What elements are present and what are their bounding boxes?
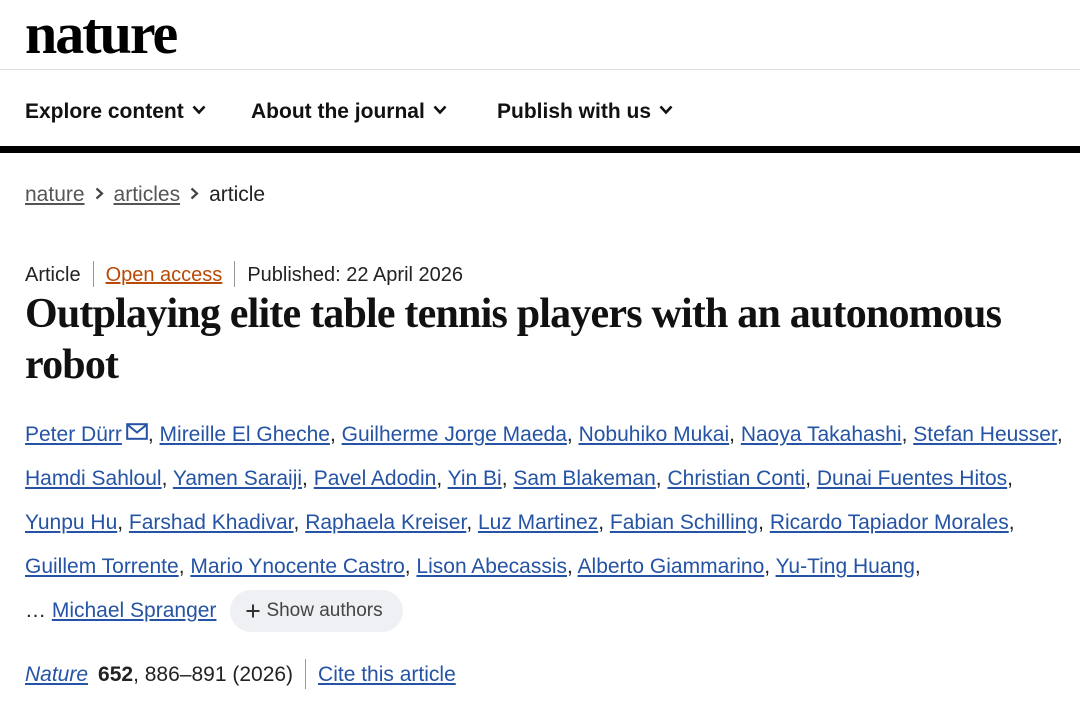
nav-item-label: Publish with us	[497, 100, 652, 123]
citation-divider	[305, 659, 307, 689]
chevron-down-icon	[659, 97, 673, 121]
author-link[interactable]: Lison Abecassis	[416, 555, 567, 578]
nav-explore-content[interactable]: Explore content	[25, 97, 206, 124]
article-type: Article	[25, 264, 81, 286]
chevron-down-icon	[192, 97, 206, 121]
show-authors-button[interactable]: Show authors	[230, 590, 403, 634]
nav-about-journal[interactable]: About the journal	[251, 97, 447, 124]
masthead: nature	[0, 0, 1080, 70]
breadcrumb-link-nature[interactable]: nature	[25, 183, 85, 206]
author-link[interactable]: Ricardo Tapiador Morales	[770, 511, 1009, 534]
author-link[interactable]: Mireille El Gheche	[160, 423, 330, 446]
nature-logo[interactable]: nature	[25, 2, 178, 66]
pages-year: , 886–891 (2026)	[133, 663, 294, 686]
author-link[interactable]: Naoya Takahashi	[741, 423, 902, 446]
journal-link[interactable]: Nature	[25, 663, 88, 686]
author-link[interactable]: Nobuhiko Mukai	[579, 423, 730, 446]
author-link[interactable]: Luz Martinez	[478, 511, 598, 534]
cite-this-article-link[interactable]: Cite this article	[318, 663, 456, 686]
author-link[interactable]: Guillem Torrente	[25, 555, 179, 578]
author-link[interactable]: Yu-Ting Huang	[776, 555, 915, 578]
author-link[interactable]: Yin Bi	[448, 467, 502, 490]
author-list: Peter Dürr, Mireille El Gheche, Guilherm…	[25, 412, 1065, 633]
author-link[interactable]: Dunai Fuentes Hitos	[817, 467, 1007, 490]
volume-number: 652	[98, 663, 134, 686]
author-link[interactable]: Stefan Heusser	[913, 423, 1057, 446]
author-link[interactable]: Yamen Saraiji	[173, 467, 302, 490]
author-ellipsis: …	[25, 599, 46, 622]
author-link[interactable]: Pavel Adodin	[314, 467, 437, 490]
author-link[interactable]: Raphaela Kreiser	[305, 511, 466, 534]
author-link[interactable]: Farshad Khadivar	[129, 511, 294, 534]
breadcrumb: nature articles article	[25, 182, 265, 207]
mail-icon[interactable]	[126, 412, 148, 456]
nav-item-label: Explore content	[25, 100, 184, 123]
breadcrumb-current: article	[209, 183, 266, 206]
author-link[interactable]: Sam Blakeman	[513, 467, 655, 490]
author-link[interactable]: Peter Dürr	[25, 423, 122, 446]
chevron-down-icon	[433, 97, 447, 121]
nav-divider-bar	[0, 146, 1080, 153]
chevron-right-icon	[95, 182, 104, 206]
article-title: Outplaying elite table tennis players wi…	[25, 291, 1002, 388]
main-nav: Explore content About the journal Publis…	[0, 71, 1080, 146]
author-link[interactable]: Christian Conti	[667, 467, 805, 490]
author-link[interactable]: Guilherme Jorge Maeda	[342, 423, 567, 446]
article-meta: Article Open access Published: 22 April 20…	[25, 261, 463, 287]
breadcrumb-link-articles[interactable]: articles	[114, 183, 181, 206]
nav-item-label: About the journal	[251, 100, 425, 123]
plus-icon	[246, 592, 260, 634]
author-link[interactable]: Yunpu Hu	[25, 511, 117, 534]
meta-divider	[92, 261, 94, 287]
author-link[interactable]: Mario Ynocente Castro	[190, 555, 404, 578]
author-link[interactable]: Fabian Schilling	[610, 511, 758, 534]
show-authors-label: Show authors	[266, 600, 383, 622]
chevron-right-icon	[190, 182, 199, 206]
author-link[interactable]: Hamdi Sahloul	[25, 467, 162, 490]
citation-line: Nature 652, 886–891 (2026) Cite this artic…	[25, 659, 456, 689]
published-date: Published: 22 April 2026	[247, 264, 464, 286]
author-link[interactable]: Alberto Giammarino	[578, 555, 765, 578]
author-link-last[interactable]: Michael Spranger	[52, 599, 217, 622]
meta-divider	[234, 261, 236, 287]
open-access-link[interactable]: Open access	[106, 264, 223, 286]
nav-publish-with-us[interactable]: Publish with us	[497, 97, 673, 124]
